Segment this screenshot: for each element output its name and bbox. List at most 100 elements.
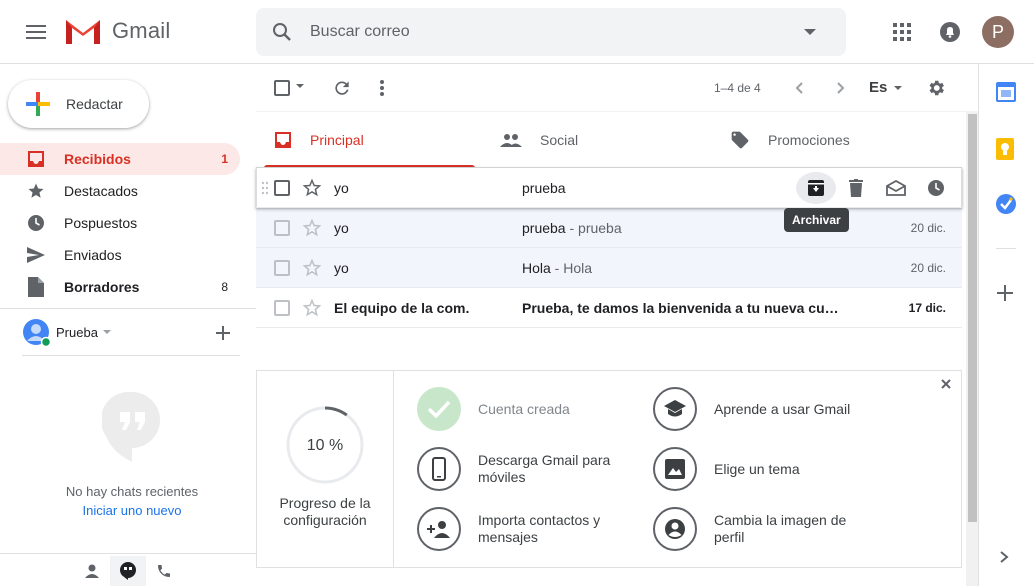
tab-label: Social: [540, 132, 579, 148]
newer-page-button[interactable]: [792, 80, 808, 96]
check-icon: [417, 387, 461, 431]
star-toggle-icon[interactable]: [302, 218, 322, 238]
archive-tooltip: Archivar: [784, 208, 849, 232]
contacts-tab[interactable]: [74, 556, 110, 586]
snooze-icon: [928, 180, 944, 196]
email-row[interactable]: yo prueba - prueba 20 dic.: [256, 208, 962, 248]
chevron-left-icon: [795, 82, 803, 94]
calendar-app-button[interactable]: [996, 82, 1016, 102]
scrollbar-thumb[interactable]: [968, 114, 977, 522]
select-options-button[interactable]: [296, 84, 304, 88]
setup-item-change-profile-image[interactable]: Cambia la imagen de perfil: [653, 507, 864, 551]
row-hover-actions: [796, 172, 956, 204]
send-icon: [26, 245, 46, 265]
star-toggle-icon[interactable]: [302, 258, 322, 278]
setup-item-choose-theme[interactable]: Elige un tema: [653, 447, 800, 491]
refresh-icon: [335, 81, 349, 95]
app-name: Gmail: [112, 18, 171, 43]
gmail-logo[interactable]: Gmail: [64, 16, 170, 46]
email-date: 20 dic.: [910, 220, 946, 235]
sidebar-item-label: Enviados: [64, 247, 122, 263]
sidebar-item-label: Destacados: [64, 183, 138, 199]
main-menu-button[interactable]: [16, 12, 56, 52]
compose-button[interactable]: Redactar: [8, 80, 149, 128]
star-toggle-icon[interactable]: [302, 298, 322, 318]
expand-side-panel-button[interactable]: [998, 550, 1010, 564]
sidebar-item-label: Borradores: [64, 279, 140, 295]
sidebar-item-inbox[interactable]: Recibidos 1: [0, 143, 240, 175]
star-toggle-icon[interactable]: [302, 178, 322, 198]
apps-grid-icon: [893, 23, 911, 41]
tasks-app-button[interactable]: [996, 194, 1016, 214]
sidebar-item-label: Recibidos: [64, 151, 131, 167]
setup-item-label: Cambia la imagen de perfil: [714, 512, 847, 545]
side-panel-divider: [996, 248, 1016, 249]
input-tools-button[interactable]: Es: [869, 79, 903, 96]
more-vert-icon: [380, 80, 384, 96]
bell-icon: [940, 22, 960, 42]
chevron-down-icon: [296, 84, 304, 88]
row-checkbox[interactable]: [274, 179, 290, 196]
mark-read-icon: [886, 180, 906, 196]
setup-item-import-contacts[interactable]: Importa contactos y mensajes: [417, 507, 628, 551]
archive-button[interactable]: [796, 172, 836, 204]
get-addons-button[interactable]: [996, 284, 1014, 302]
hangouts-bubble-icon: [102, 390, 162, 464]
start-chat-link[interactable]: Iniciar uno nuevo: [0, 503, 264, 518]
search-input[interactable]: [310, 23, 790, 41]
account-circle-icon: [653, 507, 697, 551]
email-sender: yo: [334, 219, 349, 236]
sidebar-item-sent[interactable]: Enviados: [0, 239, 240, 271]
draft-icon: [26, 277, 46, 297]
people-icon: [500, 134, 522, 147]
delete-button[interactable]: [836, 172, 876, 204]
email-row[interactable]: El equipo de la com. Prueba, te damos la…: [256, 288, 962, 328]
row-checkbox[interactable]: [274, 299, 290, 316]
sidebar-item-snoozed[interactable]: Pospuestos: [0, 207, 240, 239]
setup-item-label: Aprende a usar Gmail: [714, 400, 851, 417]
chats-tab[interactable]: [110, 556, 146, 586]
email-row[interactable]: yo Hola - Hola 20 dic.: [256, 248, 962, 288]
sidebar-item-starred[interactable]: Destacados: [0, 175, 240, 207]
sidebar-item-drafts[interactable]: Borradores 8: [0, 271, 240, 303]
tab-social[interactable]: Social: [498, 112, 717, 168]
archive-icon: [808, 180, 824, 196]
snooze-button[interactable]: [916, 172, 956, 204]
close-icon: [941, 379, 951, 389]
hangouts-bottom-divider: [0, 553, 256, 554]
settings-button[interactable]: [926, 78, 946, 98]
keep-app-button[interactable]: [996, 138, 1014, 160]
inbox-icon: [26, 149, 46, 169]
notifications-button[interactable]: [930, 12, 970, 52]
older-page-button[interactable]: [832, 80, 848, 96]
email-subject-text: Prueba, te damos la bienvenida a tu nuev…: [522, 299, 840, 316]
new-chat-button[interactable]: [214, 324, 232, 342]
tag-icon: [731, 131, 749, 149]
mark-read-button[interactable]: [876, 172, 916, 204]
search-bar[interactable]: [256, 8, 846, 56]
tab-primary[interactable]: Principal: [256, 112, 475, 168]
close-setup-button[interactable]: [940, 378, 952, 390]
more-actions-button[interactable]: [374, 78, 390, 98]
setup-item-download-mobile[interactable]: Descarga Gmail para móviles: [417, 447, 628, 491]
hangouts-tabs: [74, 556, 182, 586]
person-add-icon: [417, 507, 461, 551]
drag-handle-icon[interactable]: [256, 181, 274, 195]
row-checkbox[interactable]: [274, 259, 290, 276]
email-subject: Prueba, te damos la bienvenida a tu nuev…: [522, 300, 840, 316]
hangouts-avatar-icon: [23, 319, 50, 346]
calls-tab[interactable]: [146, 556, 182, 586]
no-chats-text: No hay chats recientes: [65, 484, 199, 499]
hangouts-user-menu[interactable]: Prueba: [22, 318, 111, 346]
email-date: 17 dic.: [908, 300, 946, 315]
account-avatar[interactable]: P: [982, 16, 1014, 48]
select-all-checkbox[interactable]: [274, 80, 290, 96]
setup-divider: [393, 371, 394, 568]
apps-button[interactable]: [882, 12, 922, 52]
setup-item-learn-gmail[interactable]: Aprende a usar Gmail: [653, 387, 850, 431]
school-icon: [653, 387, 697, 431]
refresh-button[interactable]: [332, 78, 352, 98]
tab-promotions[interactable]: Promociones: [728, 112, 947, 168]
row-checkbox[interactable]: [274, 219, 290, 236]
chevron-right-icon: [1000, 551, 1009, 563]
